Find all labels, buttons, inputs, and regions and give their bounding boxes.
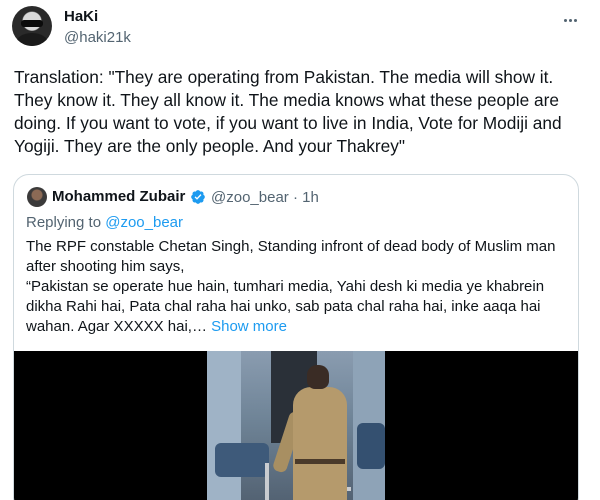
video-frame <box>207 351 385 500</box>
author-avatar[interactable] <box>12 6 52 46</box>
quoted-video[interactable] <box>14 351 578 500</box>
quoted-tweet[interactable]: Mohammed Zubair @zoo_bear · 1h Replying … <box>13 174 579 500</box>
tweet: HaKi @haki21k Translation: "They are ope… <box>0 0 600 500</box>
tweet-text: Translation: "They are operating from Pa… <box>14 67 562 156</box>
replying-to: Replying to @zoo_bear <box>26 214 183 231</box>
quoted-time[interactable]: 1h <box>302 189 319 206</box>
author-handle[interactable]: @haki21k <box>64 29 131 46</box>
more-options-icon[interactable] <box>560 10 580 30</box>
avatar-body <box>16 33 48 46</box>
quoted-text-line2: “Pakistan se operate hue hain, tumhari m… <box>26 277 566 337</box>
show-more-link[interactable]: Show more <box>211 318 287 335</box>
quoted-tweet-text: The RPF constable Chetan Singh, Standing… <box>26 237 566 337</box>
quoted-author-handle[interactable]: @zoo_bear <box>211 189 289 206</box>
author-name[interactable]: HaKi <box>64 8 98 25</box>
replying-prefix: Replying to <box>26 214 106 231</box>
separator-dot: · <box>292 189 298 206</box>
quoted-text-line1: The RPF constable Chetan Singh, Standing… <box>26 238 556 275</box>
replying-mention[interactable]: @zoo_bear <box>105 214 183 231</box>
quoted-handle-time: @zoo_bear · 1h <box>211 189 319 206</box>
avatar-sunglasses <box>21 20 43 27</box>
quoted-author-name[interactable]: Mohammed Zubair <box>52 188 185 205</box>
quoted-author-avatar[interactable] <box>27 187 47 207</box>
verified-badge-icon <box>191 190 205 204</box>
